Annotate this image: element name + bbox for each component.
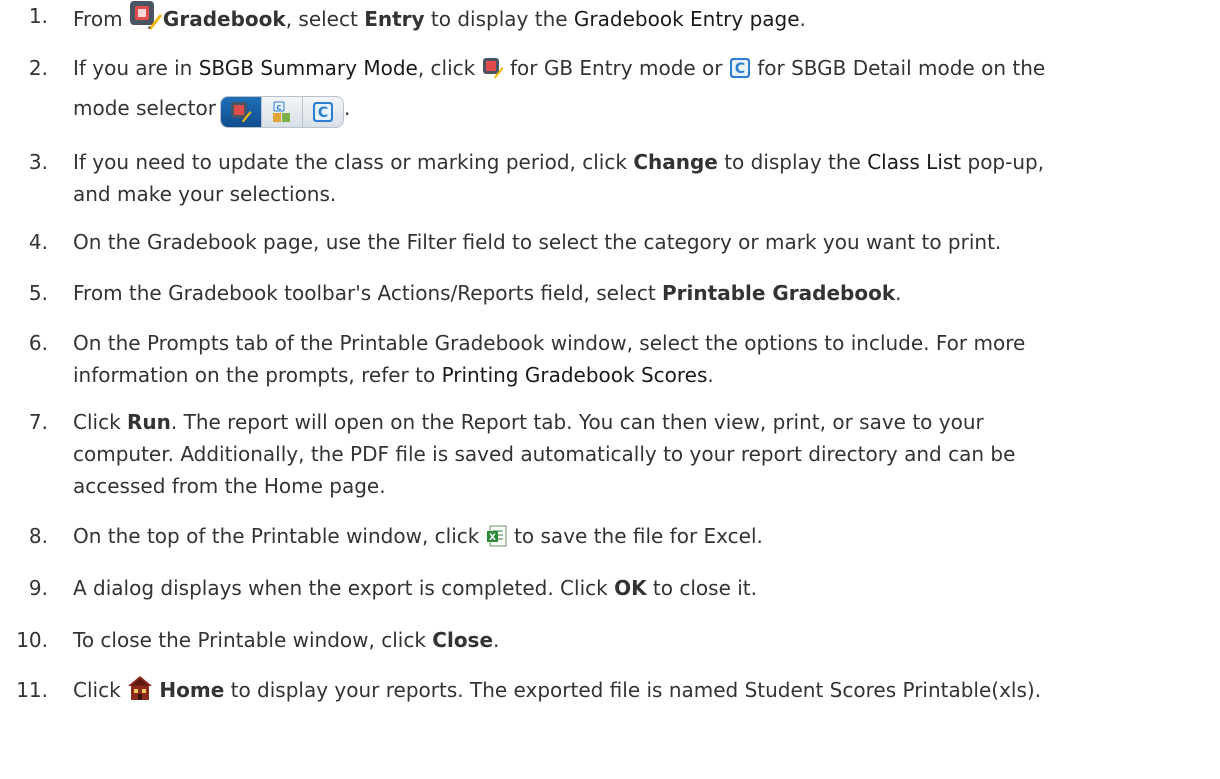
step-number: 7. bbox=[28, 410, 48, 434]
mode-selector: C C bbox=[219, 96, 344, 128]
step-text: To close the Printable window, click Clo… bbox=[73, 628, 500, 652]
excel-export-icon[interactable]: X bbox=[486, 525, 508, 547]
step-number: 4. bbox=[28, 230, 48, 254]
entry-menu-item[interactable]: Entry bbox=[364, 7, 424, 31]
svg-text:C: C bbox=[318, 105, 328, 121]
step-number: 2. bbox=[28, 56, 48, 80]
class-list-popup-name: Class List bbox=[867, 150, 962, 174]
step-number: 6. bbox=[28, 331, 48, 355]
step-text: If you are in SBGB Summary Mode, click f… bbox=[73, 52, 1206, 128]
run-button-label[interactable]: Run bbox=[127, 410, 171, 434]
gb-entry-mode-icon[interactable] bbox=[220, 97, 262, 127]
home-icon[interactable] bbox=[127, 675, 153, 701]
change-button-label[interactable]: Change bbox=[633, 150, 718, 174]
sbgb-detail-mode-icon[interactable]: C bbox=[729, 57, 751, 79]
sbgb-summary-mode-name: SBGB Summary Mode bbox=[198, 56, 418, 80]
step-text: If you need to update the class or marki… bbox=[73, 150, 1045, 206]
step-number: 1. bbox=[28, 4, 48, 28]
step-text: On the top of the Printable window, clic… bbox=[73, 524, 763, 548]
step-text: Click Run. The report will open on the R… bbox=[73, 410, 1016, 498]
step-text: On the Prompts tab of the Printable Grad… bbox=[73, 331, 1026, 387]
step-number: 11. bbox=[16, 678, 48, 702]
step-text: From Gradebook, select Entry to display … bbox=[73, 0, 1206, 35]
home-link-label[interactable]: Home bbox=[159, 678, 224, 702]
step-number: 5. bbox=[28, 281, 48, 305]
step-text: On the Gradebook page, use the Filter fi… bbox=[73, 230, 1002, 254]
close-button-label[interactable]: Close bbox=[432, 628, 493, 652]
printable-gradebook-option[interactable]: Printable Gradebook bbox=[662, 281, 895, 305]
gradebook-entry-icon[interactable] bbox=[129, 0, 163, 30]
step-number: 8. bbox=[28, 524, 48, 548]
procedure-steps: 1. From Gradebook, select Entry to displ… bbox=[0, 0, 1220, 779]
step-text: A dialog displays when the export is com… bbox=[73, 576, 757, 600]
svg-text:C: C bbox=[735, 61, 745, 77]
sbgb-detail-mode-icon[interactable]: C bbox=[303, 97, 343, 127]
gradebook-menu-label[interactable]: Gradebook bbox=[163, 7, 286, 31]
svg-text:C: C bbox=[276, 104, 281, 112]
ok-button-label[interactable]: OK bbox=[614, 576, 647, 600]
gradebook-entry-page-name: Gradebook Entry page bbox=[573, 7, 800, 31]
step-number: 9. bbox=[28, 576, 48, 600]
step-number: 10. bbox=[16, 628, 48, 652]
sbgb-summary-mode-icon[interactable]: C bbox=[262, 97, 303, 127]
gb-entry-mode-icon[interactable] bbox=[482, 57, 504, 79]
step-text: Click Home to display your reports. The … bbox=[73, 674, 1206, 706]
printing-gradebook-scores-link[interactable]: Printing Gradebook Scores bbox=[442, 363, 708, 387]
svg-text:X: X bbox=[489, 533, 496, 543]
step-text: From the Gradebook toolbar's Actions/Rep… bbox=[73, 281, 902, 305]
step-number: 3. bbox=[28, 150, 48, 174]
